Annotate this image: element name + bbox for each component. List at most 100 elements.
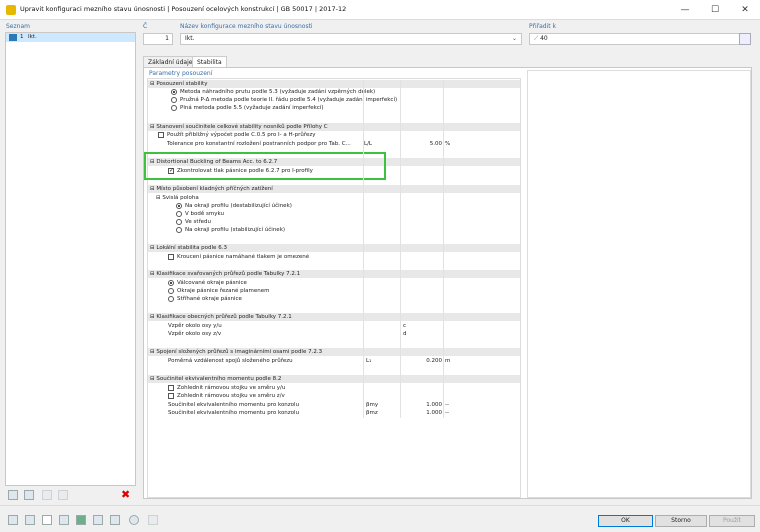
params-header: Parametry posouzení xyxy=(149,70,213,77)
composite-symbol: L₁ xyxy=(366,358,372,364)
export-icon[interactable] xyxy=(93,515,103,525)
model-icon[interactable] xyxy=(76,515,86,525)
section-overall[interactable]: ⊟ Stanovení součinitele celkové stabilit… xyxy=(148,123,520,131)
collapse-icon[interactable]: ⊟ xyxy=(150,81,155,87)
name-value: Ikt. xyxy=(185,35,195,42)
moment-z-value[interactable]: 1.000 xyxy=(420,409,442,417)
radio-label: Plná metoda podle 5.5 (vyžaduje zadání i… xyxy=(180,105,324,111)
settings-icon[interactable] xyxy=(110,515,120,525)
check-all-icon[interactable] xyxy=(42,490,52,500)
list-panel: 1 Ikt. xyxy=(5,32,136,486)
radio-load-4[interactable]: Na okraji profilu (stabilizující účinek) xyxy=(176,226,285,234)
maximize-button[interactable]: ☐ xyxy=(700,0,730,20)
list-header: Seznam xyxy=(6,23,30,30)
tolerance-value[interactable]: 5.00 xyxy=(420,140,442,148)
checkbox-icon[interactable] xyxy=(168,392,174,399)
radio-icon[interactable] xyxy=(176,226,182,233)
collapse-icon[interactable]: ⊟ xyxy=(150,124,155,130)
window-title: Upravit konfiguraci mezního stavu únosno… xyxy=(20,5,347,13)
checkbox-label: Kroucení pásnice namáhané tlakem je omez… xyxy=(177,254,310,260)
list-item[interactable]: 1 Ikt. xyxy=(6,33,135,42)
minimize-button[interactable]: — xyxy=(670,0,700,20)
radio-welded-2[interactable]: Okraje pásnice řezané plamenem xyxy=(168,287,269,295)
check-moment-y[interactable]: Zohlednit rámovou stojku ve směru y/u xyxy=(168,384,285,392)
radio-load-1[interactable]: Na okraji profilu (destabilizující účine… xyxy=(176,202,292,210)
radio-icon[interactable] xyxy=(176,202,182,209)
title-bar: Upravit konfiguraci mezního stavu únosno… xyxy=(0,0,760,20)
section-local[interactable]: ⊟ Lokální stabilita podle 6.3 xyxy=(148,244,520,252)
tolerance-label: Tolerance pro konstantní rozložení postr… xyxy=(167,141,351,147)
section-title: Klasifikace svařovaných průřezů podle Ta… xyxy=(156,271,301,277)
radio-stability-3[interactable]: Plná metoda podle 5.5 (vyžaduje zadání i… xyxy=(171,104,323,112)
section-stability[interactable]: ⊟ Posouzení stability xyxy=(148,80,520,88)
collapse-icon[interactable]: ⊟ xyxy=(150,376,155,382)
view-icon[interactable] xyxy=(42,515,52,525)
copy-item-icon[interactable] xyxy=(24,490,34,500)
close-button[interactable]: ✕ xyxy=(730,0,760,20)
tree-icon[interactable] xyxy=(59,515,69,525)
checkbox-icon[interactable] xyxy=(158,131,164,138)
assign-value: 40 xyxy=(540,35,548,42)
radio-icon[interactable] xyxy=(171,96,177,103)
moment-y-unit: -- xyxy=(445,402,449,408)
composite-value[interactable]: 0.200 xyxy=(420,357,442,365)
check-local[interactable]: Kroucení pásnice namáhané tlakem je omez… xyxy=(168,253,309,261)
collapse-icon[interactable]: ⊟ xyxy=(150,349,155,355)
units-icon[interactable] xyxy=(25,515,35,525)
check-approx[interactable]: Použít přibližný výpočet podle C.0.5 pro… xyxy=(158,131,316,139)
radio-label: Okraje pásnice řezané plamenem xyxy=(177,288,270,294)
collapse-icon[interactable]: ⊟ xyxy=(150,245,155,251)
uncheck-all-icon[interactable] xyxy=(58,490,68,500)
preview-panel xyxy=(527,70,751,498)
collapse-icon[interactable]: ⊟ xyxy=(150,314,155,320)
moment-y-label: Součinitel ekvivalentního momentu pro ko… xyxy=(168,402,300,408)
radio-icon[interactable] xyxy=(168,295,174,302)
list-item-number: 1 xyxy=(20,34,24,40)
radio-load-3[interactable]: Ve středu xyxy=(176,218,211,226)
radio-label: Na okraji profilu (destabilizující účine… xyxy=(185,203,292,209)
number-field[interactable]: 1 xyxy=(143,33,173,45)
checkbox-icon[interactable] xyxy=(168,253,174,260)
select-members-icon[interactable] xyxy=(739,33,751,45)
general-y-value[interactable]: c xyxy=(403,322,406,330)
section-welded[interactable]: ⊟ Klasifikace svařovaných průřezů podle … xyxy=(148,270,520,278)
radio-icon[interactable] xyxy=(171,104,177,111)
general-z-value[interactable]: d xyxy=(403,330,407,338)
refresh-icon[interactable] xyxy=(129,515,139,525)
chevron-down-icon[interactable]: ⌄ xyxy=(512,34,517,44)
section-moment[interactable]: ⊟ Součinitel ekvivalentního momentu podl… xyxy=(148,375,520,383)
check-moment-z[interactable]: Zohlednit rámovou stojku ve směru z/v xyxy=(168,392,285,400)
collapse-icon[interactable]: ⊟ xyxy=(150,186,155,192)
new-item-icon[interactable] xyxy=(8,490,18,500)
tab-basic[interactable]: Základní údaje xyxy=(143,56,198,67)
section-composite[interactable]: ⊟ Spojení složených průřezů s imaginární… xyxy=(148,348,520,356)
edit-icon[interactable] xyxy=(148,515,158,525)
composite-label: Poměrná vzdálenost spojů složeného průře… xyxy=(168,358,293,364)
cancel-button[interactable]: Storno xyxy=(655,515,707,527)
list-item-color-swatch xyxy=(9,34,17,41)
subsection-vertical[interactable]: ⊟ Svislá poloha xyxy=(156,194,199,202)
radio-welded-1[interactable]: Válcované okraje pásnice xyxy=(168,279,247,287)
assign-field[interactable]: ⟋ 40 xyxy=(529,33,751,45)
delete-icon[interactable]: ✖ xyxy=(121,488,130,501)
radio-load-2[interactable]: V bodě smyku xyxy=(176,210,224,218)
radio-icon[interactable] xyxy=(168,287,174,294)
tab-stability[interactable]: Stabilita xyxy=(192,56,227,67)
checkbox-icon[interactable] xyxy=(168,384,174,391)
help-icon[interactable] xyxy=(8,515,18,525)
apply-button[interactable]: Použít xyxy=(709,515,755,527)
section-load-position[interactable]: ⊟ Místo působení kladných příčných zatíž… xyxy=(148,185,520,193)
tolerance-symbol: L/L xyxy=(364,141,372,147)
radio-icon[interactable] xyxy=(168,279,174,286)
ok-button[interactable]: OK xyxy=(598,515,653,527)
radio-icon[interactable] xyxy=(171,88,177,95)
section-general[interactable]: ⊟ Klasifikace obecných průřezů podle Tab… xyxy=(148,313,520,321)
radio-welded-3[interactable]: Stříhané okraje pásnice xyxy=(168,295,242,303)
collapse-icon[interactable]: ⊟ xyxy=(150,271,155,277)
radio-icon[interactable] xyxy=(176,218,182,225)
moment-y-value[interactable]: 1.000 xyxy=(420,401,442,409)
grid-divider xyxy=(443,80,444,418)
radio-stability-1[interactable]: Metoda náhradního prutu podle 5.3 (vyžad… xyxy=(171,88,375,96)
radio-icon[interactable] xyxy=(176,210,182,217)
name-field[interactable]: Ikt. ⌄ xyxy=(180,33,522,45)
